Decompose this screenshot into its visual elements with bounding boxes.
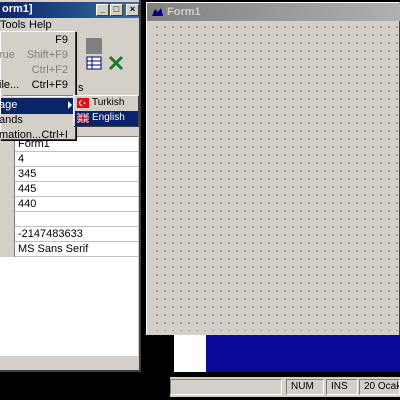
minimize-button[interactable]: _ — [96, 4, 109, 16]
form1-title-text: Form1 — [167, 6, 201, 18]
tools-menu: F9 rue Shift+F9 Ctrl+F2 ile... Ctrl+F9 a… — [0, 31, 76, 141]
menu-item-commands[interactable]: ands — [0, 113, 75, 129]
ide-title-text: orm1] — [2, 3, 33, 15]
close-button[interactable]: × — [126, 4, 139, 16]
toolbar-caption: s — [78, 82, 84, 94]
maximize-button[interactable]: □ — [110, 4, 123, 16]
background-white-panel — [174, 335, 206, 372]
property-row[interactable]: MS Sans Serif — [0, 242, 138, 257]
app-icon — [152, 8, 163, 16]
menu-item-compile[interactable]: ile... Ctrl+F9 — [0, 78, 75, 94]
status-ins: INS — [326, 379, 358, 395]
property-row[interactable]: -2147483633 — [0, 227, 138, 242]
menu-item-run[interactable]: F9 — [1, 33, 75, 49]
property-row[interactable] — [0, 212, 138, 227]
menu-item-information[interactable]: mation... Ctrl+I — [0, 128, 75, 144]
property-row[interactable]: 440 — [0, 197, 138, 212]
property-row[interactable]: 445 — [0, 182, 138, 197]
table-icon[interactable] — [86, 55, 102, 71]
form1-title-bar[interactable]: Form1 — [147, 3, 400, 21]
ide-title-bar[interactable]: orm1] _ □ × — [0, 2, 139, 18]
uk-flag-icon — [77, 113, 89, 123]
menu-separator — [3, 95, 73, 97]
property-grid: Form1 4 345 445 440 -2147483633 MS Sans … — [0, 136, 138, 260]
background-blue-panel — [206, 335, 400, 372]
status-bar: NUM INS 20 Ocak 20 — [170, 377, 400, 397]
form1-window[interactable]: Form1 — [146, 2, 400, 335]
submenu-arrow-icon — [68, 101, 72, 109]
language-english[interactable]: English — [75, 111, 138, 126]
menu-tools[interactable]: Tools — [0, 19, 26, 31]
stop-button[interactable] — [86, 38, 102, 54]
property-grid-empty — [0, 260, 138, 356]
form-design-grid[interactable] — [151, 21, 399, 331]
property-row[interactable]: 4 — [0, 152, 138, 167]
menu-item-continue[interactable]: rue Shift+F9 — [0, 48, 75, 64]
language-turkish[interactable]: Turkish — [75, 96, 138, 111]
status-date: 20 Ocak 20 — [359, 379, 400, 395]
property-row[interactable]: 345 — [0, 167, 138, 182]
language-submenu: Turkish English — [73, 95, 139, 127]
excel-icon[interactable] — [108, 55, 124, 71]
menu-help[interactable]: Help — [29, 19, 52, 31]
status-panel-empty — [170, 379, 282, 395]
menu-item-reset[interactable]: Ctrl+F2 — [1, 63, 75, 79]
turkey-flag-icon — [77, 98, 89, 108]
status-num: NUM — [286, 379, 324, 395]
menu-item-language[interactable]: age — [0, 98, 75, 114]
